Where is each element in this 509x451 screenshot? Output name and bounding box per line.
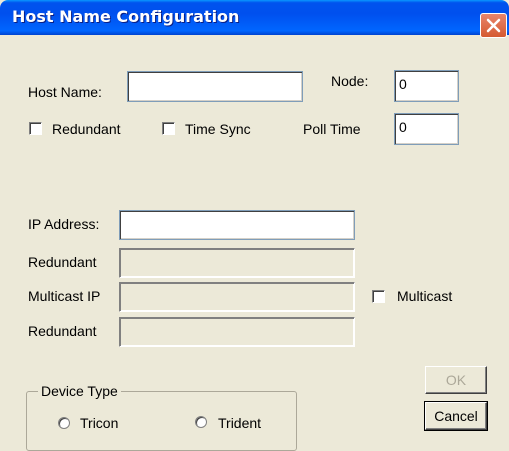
redundant-multicast-label: Redundant [28,323,97,339]
ip-address-input[interactable] [119,210,355,240]
redundant-checkbox-label: Redundant [52,121,121,137]
multicast-checkbox[interactable] [372,290,385,303]
redundant-ip-label: Redundant [28,254,97,270]
close-icon [486,18,501,33]
time-sync-checkbox-label: Time Sync [185,121,251,137]
cancel-button[interactable]: Cancel [424,401,488,431]
node-label: Node: [331,73,369,89]
trident-radio[interactable] [195,416,207,428]
time-sync-checkbox[interactable] [162,122,175,135]
title-bar: Host Name Configuration [0,0,509,38]
redundant-checkbox[interactable] [29,122,42,135]
multicast-checkbox-label: Multicast [397,288,453,304]
multicast-ip-input [119,282,355,312]
multicast-ip-label: Multicast IP [28,288,101,304]
window-title: Host Name Configuration [12,7,240,26]
redundant-multicast-input [119,317,355,347]
device-type-legend: Device Type [38,383,121,399]
tricon-radio-label: Tricon [80,415,119,431]
trident-radio-label: Trident [218,415,262,431]
ip-address-label: IP Address: [28,216,100,232]
host-name-label: Host Name: [28,84,102,100]
close-button[interactable] [480,13,507,38]
poll-time-input[interactable]: 0 [394,113,459,145]
tricon-radio[interactable] [58,417,70,429]
poll-time-label: Poll Time [303,121,361,137]
redundant-ip-input [119,248,355,278]
host-name-input[interactable] [127,71,303,102]
node-input[interactable]: 0 [394,70,459,102]
ok-button[interactable]: OK [425,366,487,394]
